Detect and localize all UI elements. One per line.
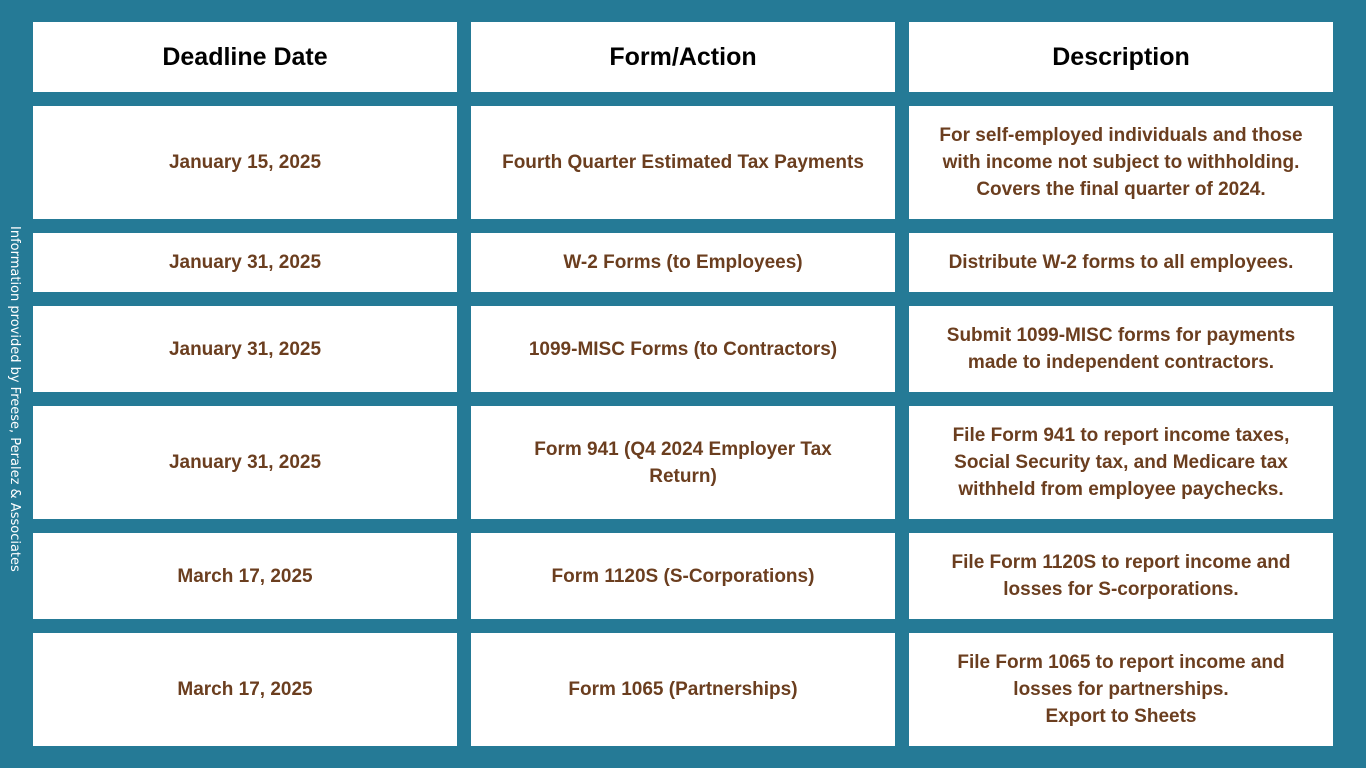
table-cell-description: Distribute W-2 forms to all employees.	[909, 233, 1333, 292]
table-cell-description: For self-employed individuals and those …	[909, 106, 1333, 219]
table-cell-form: Form 941 (Q4 2024 Employer Tax Return)	[471, 406, 895, 519]
column-header-deadline-date: Deadline Date	[33, 22, 457, 92]
table-cell-form: 1099-MISC Forms (to Contractors)	[471, 306, 895, 392]
table-cell-form: Form 1120S (S-Corporations)	[471, 533, 895, 619]
table-cell-description: File Form 941 to report income taxes, So…	[909, 406, 1333, 519]
tax-deadlines-table: Deadline Date Form/Action Description Ja…	[33, 22, 1333, 746]
table-cell-description: File Form 1120S to report income and los…	[909, 533, 1333, 619]
column-header-form-action: Form/Action	[471, 22, 895, 92]
attribution-note: Information provided by Freese, Peralez …	[7, 226, 22, 572]
table-cell-date: January 15, 2025	[33, 106, 457, 219]
table-cell-description: File Form 1065 to report income and loss…	[909, 633, 1333, 746]
table-cell-form: Fourth Quarter Estimated Tax Payments	[471, 106, 895, 219]
table-cell-date: March 17, 2025	[33, 633, 457, 746]
table-cell-description: Submit 1099-MISC forms for payments made…	[909, 306, 1333, 392]
table-cell-date: January 31, 2025	[33, 233, 457, 292]
table-cell-date: March 17, 2025	[33, 533, 457, 619]
table-cell-form: W-2 Forms (to Employees)	[471, 233, 895, 292]
export-to-sheets-note: Export to Sheets	[1045, 706, 1197, 727]
table-cell-date: January 31, 2025	[33, 406, 457, 519]
table-cell-date: January 31, 2025	[33, 306, 457, 392]
table-cell-form: Form 1065 (Partnerships)	[471, 633, 895, 746]
column-header-description: Description	[909, 22, 1333, 92]
description-text: File Form 1065 to report income and loss…	[957, 652, 1285, 700]
